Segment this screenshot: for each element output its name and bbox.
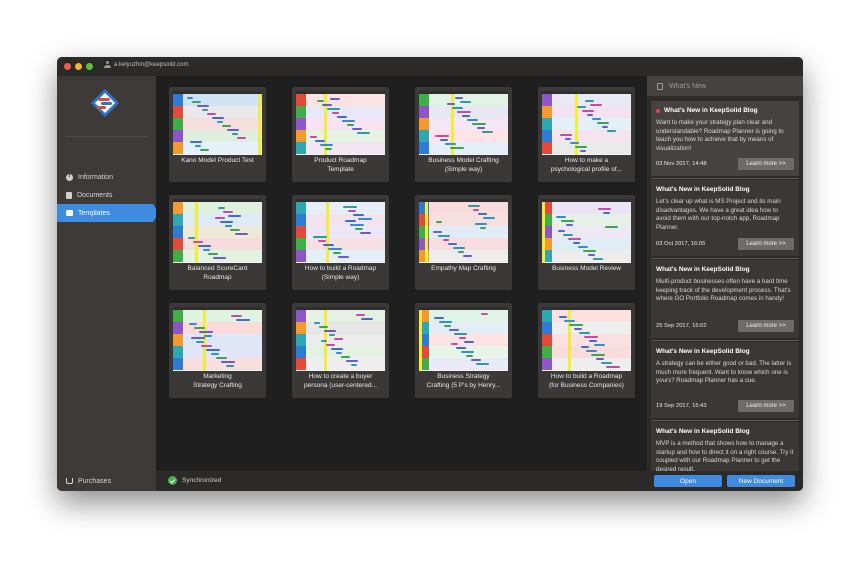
news-post-body: Multi-product businesses often have a ha…: [656, 278, 791, 303]
news-post-title: What's New in KeepSolid Blog: [656, 266, 750, 273]
news-post-body: Let's clear up what is MS Project and it…: [656, 198, 781, 231]
open-button[interactable]: Open: [654, 475, 722, 487]
news-post-body: A strategy can be either good or bad. Th…: [656, 360, 792, 385]
template-title: How to build a Roadmap (for Business Com…: [549, 373, 624, 389]
sync-status: Synchronized: [168, 476, 221, 485]
purchases-label: Purchases: [78, 477, 112, 485]
news-post-body: MVP is a method that shows how to manage…: [656, 440, 794, 471]
templates-grid: Kano Model Product Test Product Roadmap T…: [156, 76, 647, 471]
template-thumbnail: [173, 199, 262, 263]
template-card[interactable]: Business Model Crafting (Simple way): [415, 87, 512, 182]
template-title: Balanced ScoreCard Roadmap: [187, 265, 248, 281]
bottom-bar: Purchases Synchronized Open New Document: [57, 471, 803, 491]
sidebar: Information Documents Templates: [57, 76, 159, 471]
template-card[interactable]: Empathy Map Crafting: [415, 195, 512, 290]
document-icon: [66, 191, 72, 199]
close-window-button[interactable]: [64, 63, 71, 70]
news-post: What's New in KeepSolid Blog Let's clear…: [651, 180, 799, 256]
news-post-title: What's New in KeepSolid Blog: [656, 428, 750, 435]
template-card[interactable]: How to build a Roadmap (for Business Com…: [538, 303, 635, 398]
sidebar-item-label: Information: [78, 173, 114, 181]
template-title: Marketing Strategy Crafting: [193, 373, 242, 389]
template-title: Kano Model Product Test: [181, 157, 254, 164]
sidebar-item-label: Templates: [78, 209, 110, 217]
news-post-title: What's New in KeepSolid Blog: [664, 107, 758, 114]
sidebar-item-information[interactable]: Information: [57, 168, 156, 186]
template-card[interactable]: How to build a Roadmap (Simple way): [292, 195, 389, 290]
template-card[interactable]: Business Model Review: [538, 195, 635, 290]
learn-more-button[interactable]: Learn more >>: [738, 238, 794, 250]
whats-new-panel: What's New What's New in KeepSolid Blog …: [647, 76, 803, 471]
template-title: Business Model Review: [551, 265, 621, 272]
template-card[interactable]: Marketing Strategy Crafting: [169, 303, 266, 398]
whats-new-title: What's New: [669, 82, 707, 90]
template-thumbnail: [419, 307, 508, 371]
template-title: How to create a buyer persona (user-cent…: [304, 373, 377, 389]
folder-icon: [66, 210, 73, 216]
purchases-button[interactable]: Purchases: [57, 471, 156, 491]
app-logo-icon: [91, 89, 119, 117]
info-icon: [66, 173, 73, 181]
template-thumbnail: [296, 91, 385, 155]
template-thumbnail: [542, 91, 631, 155]
news-post-body: Want to make your strategy plan clear an…: [656, 119, 784, 152]
template-title: How to build a Roadmap (Simple way): [304, 265, 377, 281]
whats-new-header: What's New: [647, 76, 803, 96]
learn-more-button[interactable]: Learn more >>: [738, 158, 794, 170]
news-divider: [651, 420, 799, 421]
user-icon: [104, 61, 111, 68]
template-card[interactable]: Business Strategy Crafting (5 P's by Hen…: [415, 303, 512, 398]
minimize-window-button[interactable]: [75, 63, 82, 70]
news-post: What's New in KeepSolid Blog A strategy …: [651, 342, 799, 418]
news-divider: [651, 178, 799, 179]
news-post-date: 03 Oct 2017, 16:05: [656, 241, 706, 247]
news-divider: [651, 258, 799, 259]
cart-icon: [66, 478, 73, 484]
news-post-date: 25 Sep 2017, 15:02: [656, 323, 707, 329]
news-post: What's New in KeepSolid Blog Multi-produ…: [651, 260, 799, 338]
news-post-title: What's New in KeepSolid Blog: [656, 186, 750, 193]
template-title: Empathy Map Crafting: [431, 265, 496, 272]
template-thumbnail: [542, 199, 631, 263]
template-card[interactable]: Product Roadmap Template: [292, 87, 389, 182]
news-icon: [657, 82, 663, 90]
template-thumbnail: [296, 307, 385, 371]
account-menu[interactable]: a.kelyuzhin@keepsolid.com: [104, 61, 188, 68]
sync-label: Synchronized: [182, 477, 222, 484]
zoom-window-button[interactable]: [86, 63, 93, 70]
template-thumbnail: [419, 199, 508, 263]
app-window: a.kelyuzhin@keepsolid.com Information Do…: [57, 57, 803, 491]
account-email: a.kelyuzhin@keepsolid.com: [114, 61, 189, 68]
unread-dot-icon: [656, 108, 660, 113]
sidebar-divider: [65, 136, 148, 137]
learn-more-button[interactable]: Learn more >>: [738, 400, 794, 412]
title-bar: a.kelyuzhin@keepsolid.com: [57, 57, 803, 76]
news-divider: [651, 340, 799, 341]
template-thumbnail: [173, 91, 262, 155]
news-post-date: 19 Sep 2017, 15:43: [656, 403, 707, 409]
check-icon: [168, 476, 177, 485]
sidebar-item-documents[interactable]: Documents: [57, 186, 156, 204]
template-thumbnail: [296, 199, 385, 263]
news-post: What's New in KeepSolid Blog MVP is a me…: [651, 422, 799, 471]
news-post: What's New in KeepSolid Blog Want to mak…: [651, 101, 799, 176]
template-card[interactable]: Balanced ScoreCard Roadmap: [169, 195, 266, 290]
template-thumbnail: [542, 307, 631, 371]
sidebar-item-templates[interactable]: Templates: [57, 204, 159, 222]
template-card[interactable]: Kano Model Product Test: [169, 87, 266, 182]
new-document-button[interactable]: New Document: [727, 475, 795, 487]
news-post-date: 03 Nov 2017, 14:48: [656, 161, 707, 167]
template-card[interactable]: How to create a buyer persona (user-cent…: [292, 303, 389, 398]
template-thumbnail: [419, 91, 508, 155]
template-card[interactable]: How to make a psychological profile of..…: [538, 87, 635, 182]
template-title: Business Strategy Crafting (5 P's by Hen…: [426, 373, 501, 389]
template-title: How to make a psychological profile of..…: [550, 157, 623, 173]
learn-more-button[interactable]: Learn more >>: [738, 320, 794, 332]
template-thumbnail: [173, 307, 262, 371]
template-title: Product Roadmap Template: [314, 157, 367, 173]
sidebar-item-label: Documents: [77, 191, 113, 199]
template-title: Business Model Crafting (Simple way): [428, 157, 499, 173]
news-post-title: What's New in KeepSolid Blog: [656, 348, 750, 355]
